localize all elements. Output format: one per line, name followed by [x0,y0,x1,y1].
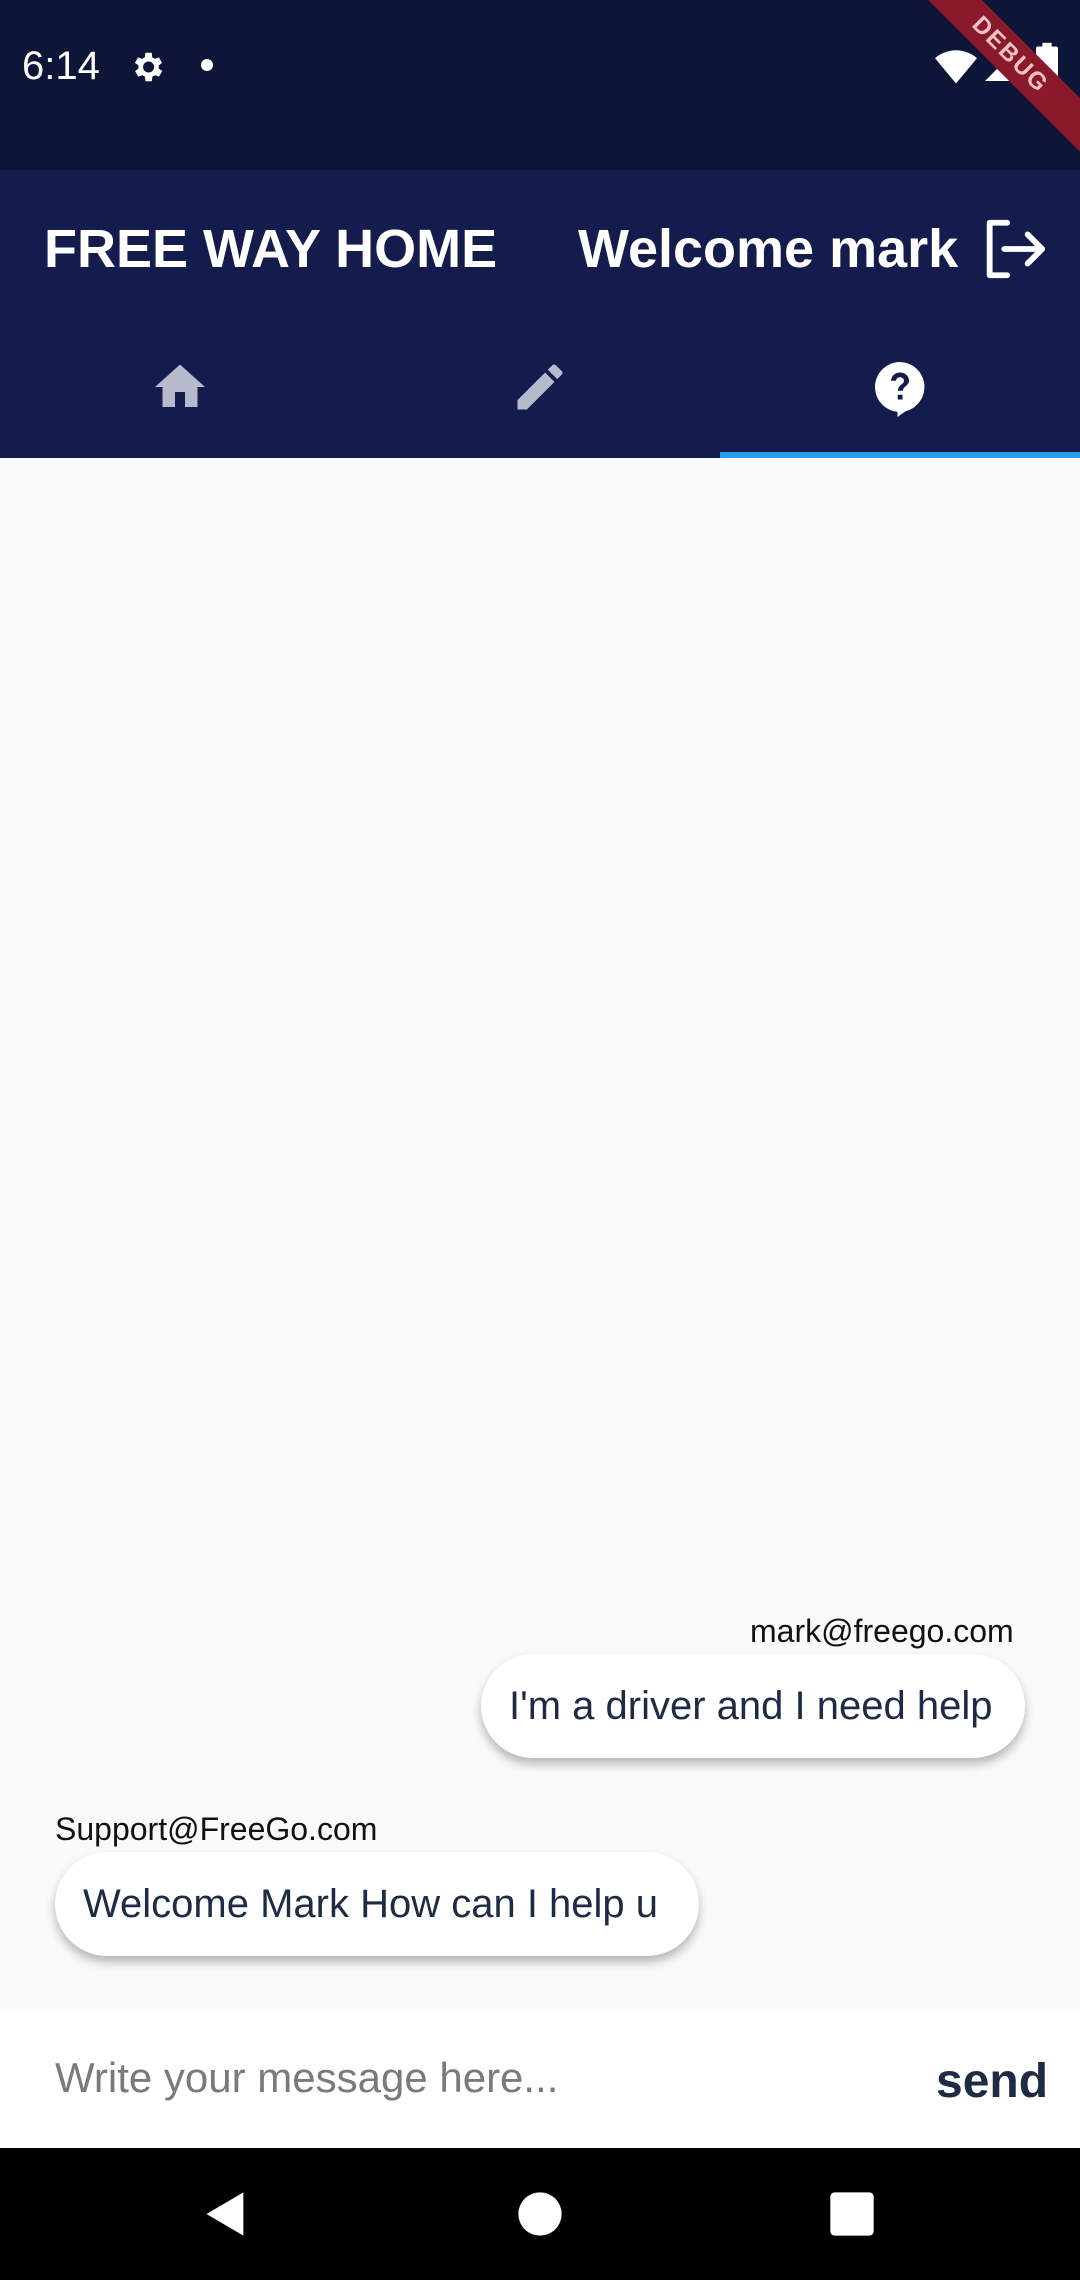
edit-icon [517,364,563,410]
home-circle-icon[interactable] [514,2188,566,2240]
chat-area: mark@freego.com I'm a driver and I need … [0,458,1080,2010]
gear-icon [134,52,163,82]
message-sender: Support@FreeGo.com [55,1811,378,1847]
app-bar: FREE WAY HOME Welcome mark [0,170,1080,458]
screen: 6:14 DEBUG FREE WAY HOME Welcome mark ma… [0,0,1080,2280]
back-icon[interactable] [200,2188,252,2240]
tab-edit[interactable] [360,316,720,458]
tab-bar [0,316,1080,458]
message-composer: send [0,2010,1080,2148]
status-time: 6:14 [22,44,100,88]
wifi-icon [935,50,977,84]
app-title: FREE WAY HOME [44,219,498,279]
recents-icon[interactable] [826,2188,878,2240]
tab-home[interactable] [0,316,360,458]
notification-dot-icon [201,59,213,71]
send-button[interactable]: send [936,2054,1048,2109]
message-bubble: I'm a driver and I need help [481,1654,1025,1758]
help-icon [874,362,925,417]
message-bubble: Welcome Mark How can I help u [55,1852,699,1956]
message-sender: mark@freego.com [750,1613,1014,1649]
logout-icon[interactable] [978,214,1048,284]
message-input[interactable] [55,2038,855,2118]
home-icon [155,364,205,407]
status-bar: 6:14 DEBUG [0,0,1080,170]
tab-help[interactable] [720,316,1080,458]
system-nav-bar [0,2148,1080,2280]
welcome-text: Welcome mark [578,219,959,279]
